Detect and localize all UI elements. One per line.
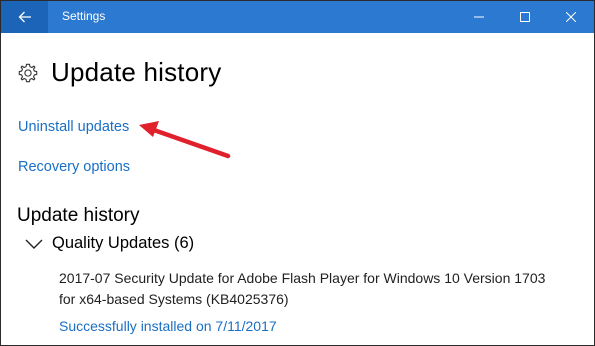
recovery-options-link[interactable]: Recovery options bbox=[18, 159, 130, 175]
chevron-down-icon bbox=[25, 239, 43, 249]
minimize-button[interactable] bbox=[456, 1, 502, 33]
window-title: Settings bbox=[62, 9, 106, 23]
maximize-button[interactable] bbox=[502, 1, 548, 33]
settings-window: Settings Update history Uninstall update… bbox=[0, 0, 595, 346]
red-arrow-annotation bbox=[139, 121, 231, 159]
update-item-title: 2017-07 Security Update for Adobe Flash … bbox=[59, 268, 559, 310]
back-button[interactable] bbox=[1, 1, 48, 33]
page-title: Update history bbox=[51, 57, 222, 87]
update-status-link[interactable]: Successfully installed on 7/11/2017 bbox=[59, 318, 277, 334]
page-header: Update history bbox=[17, 57, 221, 88]
update-title-line-2: for x64-based Systems (KB4025376) bbox=[59, 291, 289, 307]
quality-updates-group-toggle[interactable]: Quality Updates (6) bbox=[25, 234, 194, 253]
maximize-icon bbox=[520, 12, 530, 22]
title-bar: Settings bbox=[1, 1, 594, 33]
update-history-heading: Update history bbox=[17, 205, 140, 226]
update-title-line-1: 2017-07 Security Update for Adobe Flash … bbox=[59, 270, 546, 286]
uninstall-updates-link[interactable]: Uninstall updates bbox=[18, 119, 129, 135]
close-button[interactable] bbox=[548, 1, 594, 33]
quality-updates-label: Quality Updates (6) bbox=[52, 234, 195, 252]
minimize-icon bbox=[474, 16, 484, 18]
gear-icon bbox=[18, 63, 38, 82]
close-icon bbox=[566, 12, 576, 22]
back-arrow-icon bbox=[18, 11, 31, 23]
